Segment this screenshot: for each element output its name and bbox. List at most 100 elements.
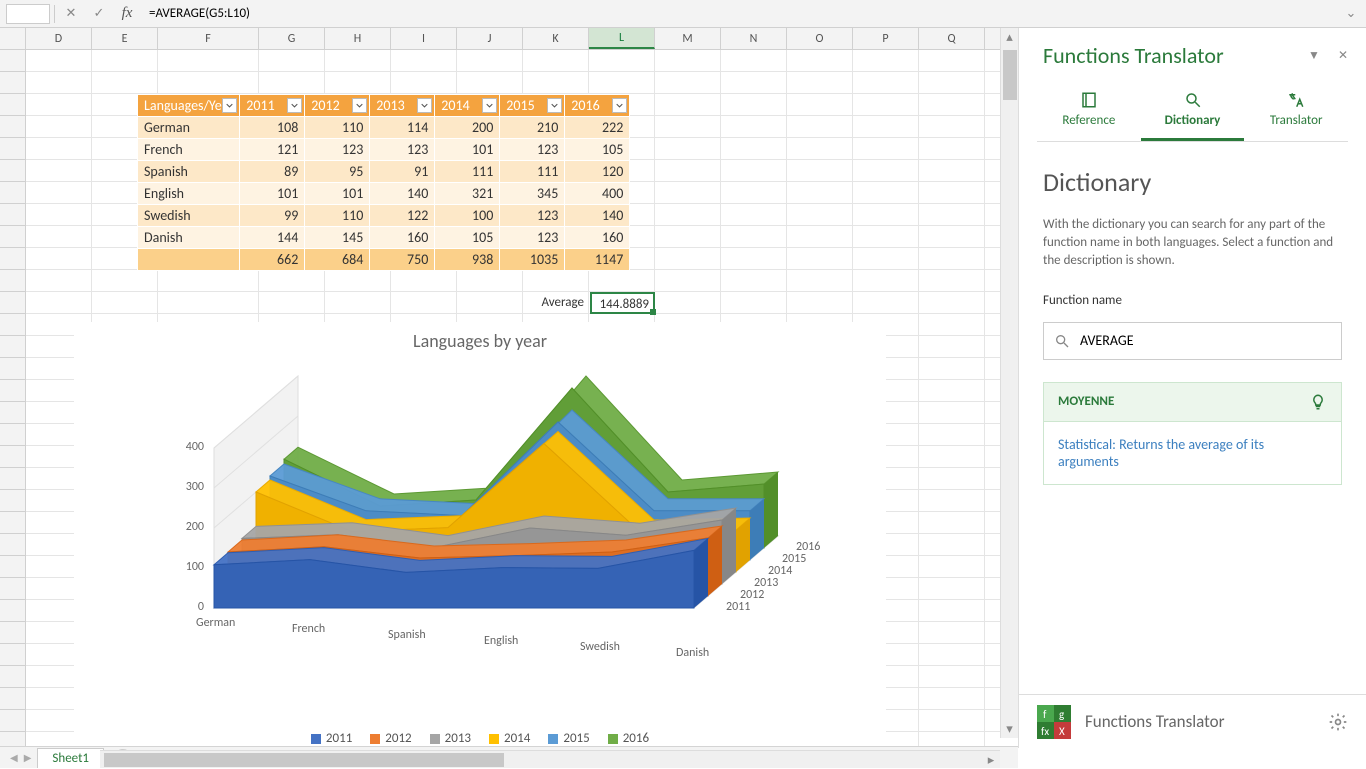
chart-xtick: French — [292, 622, 325, 636]
tab-dictionary[interactable]: Dictionary — [1141, 85, 1245, 141]
filter-dropdown-icon[interactable] — [417, 98, 432, 113]
column-header[interactable]: H — [325, 28, 391, 49]
table-header[interactable]: 2011 — [240, 95, 305, 117]
column-header[interactable]: Q — [919, 28, 985, 49]
filter-dropdown-icon[interactable] — [352, 98, 367, 113]
row-header[interactable] — [0, 160, 25, 182]
scroll-down-icon[interactable]: ▾ — [1001, 720, 1018, 738]
row-header[interactable] — [0, 336, 25, 358]
row-header[interactable] — [0, 402, 25, 424]
row-header[interactable] — [0, 512, 25, 534]
filter-dropdown-icon[interactable] — [482, 98, 497, 113]
legend-item: 2013 — [430, 731, 471, 746]
row-header[interactable] — [0, 182, 25, 204]
column-header[interactable]: I — [391, 28, 457, 49]
panel-footer-title: Functions Translator — [1085, 711, 1225, 732]
column-header[interactable]: L — [589, 28, 655, 49]
row-header[interactable] — [0, 94, 25, 116]
row-header[interactable] — [0, 710, 25, 732]
row-header[interactable] — [0, 490, 25, 512]
svg-text:X: X — [1059, 725, 1065, 738]
row-header[interactable] — [0, 534, 25, 556]
tab-reference[interactable]: Reference — [1037, 85, 1141, 141]
chart-series-label: 2016 — [796, 540, 820, 554]
row-header[interactable] — [0, 292, 25, 314]
row-header[interactable] — [0, 248, 25, 270]
selected-cell[interactable]: 144.8889 — [590, 292, 655, 314]
lightbulb-icon — [1309, 393, 1327, 411]
name-box[interactable] — [6, 4, 50, 24]
function-search-input[interactable] — [1080, 332, 1331, 349]
chart[interactable]: Languages by year 2011201220132014201520… — [74, 322, 886, 752]
column-header[interactable]: E — [92, 28, 158, 49]
panel-menu-icon[interactable]: ▼ — [1308, 48, 1320, 63]
table-header[interactable]: 2014 — [435, 95, 500, 117]
function-search-box[interactable] — [1043, 322, 1342, 360]
table-header[interactable]: 2015 — [500, 95, 565, 117]
column-header[interactable]: J — [457, 28, 523, 49]
row-header[interactable] — [0, 644, 25, 666]
column-header[interactable]: P — [853, 28, 919, 49]
confirm-icon[interactable]: ✓ — [87, 6, 111, 21]
table-header[interactable]: 2013 — [370, 95, 435, 117]
expand-formula-icon[interactable]: ⌄ — [1342, 6, 1360, 21]
panel-close-icon[interactable]: ✕ — [1338, 48, 1348, 63]
scroll-right-icon[interactable]: ▸ — [982, 751, 1000, 769]
legend-item: 2011 — [311, 731, 352, 746]
chart-xtick: English — [484, 634, 518, 648]
row-header[interactable] — [0, 358, 25, 380]
table-row: Spanish899591111111120 — [138, 161, 630, 183]
column-header[interactable]: N — [721, 28, 787, 49]
tab-nav-next-icon[interactable]: ▶ — [24, 751, 32, 764]
vertical-scrollbar[interactable]: ▴ ▾ — [1000, 28, 1018, 738]
row-header[interactable] — [0, 380, 25, 402]
row-header[interactable] — [0, 116, 25, 138]
tab-nav-prev-icon[interactable]: ◀ — [10, 751, 18, 764]
table-header[interactable]: 2012 — [305, 95, 370, 117]
chart-series-label: 2014 — [768, 564, 792, 578]
column-header[interactable]: D — [26, 28, 92, 49]
hscroll-thumb[interactable] — [104, 753, 504, 767]
row-header[interactable] — [0, 314, 25, 336]
fx-icon[interactable]: fx — [115, 5, 139, 22]
row-header[interactable] — [0, 556, 25, 578]
column-header[interactable]: F — [158, 28, 259, 49]
row-header[interactable] — [0, 270, 25, 292]
cancel-icon[interactable]: ✕ — [59, 6, 83, 21]
row-header[interactable] — [0, 226, 25, 248]
column-header[interactable]: K — [523, 28, 589, 49]
tab-translator[interactable]: Translator — [1244, 85, 1348, 141]
select-all-corner[interactable] — [0, 28, 26, 49]
gear-icon[interactable] — [1328, 712, 1348, 732]
filter-dropdown-icon[interactable] — [612, 98, 627, 113]
column-header[interactable]: M — [655, 28, 721, 49]
row-header[interactable] — [0, 622, 25, 644]
filter-dropdown-icon[interactable] — [222, 98, 237, 113]
filter-dropdown-icon[interactable] — [287, 98, 302, 113]
row-header[interactable] — [0, 600, 25, 622]
table-header[interactable]: 2016 — [565, 95, 630, 117]
formula-input[interactable] — [143, 4, 1338, 24]
horizontal-scrollbar[interactable]: ◂ ▸ — [100, 750, 1000, 768]
row-header[interactable] — [0, 468, 25, 490]
scroll-up-icon[interactable]: ▴ — [1001, 28, 1018, 46]
filter-dropdown-icon[interactable] — [547, 98, 562, 113]
table-row: Swedish99110122100123140 — [138, 205, 630, 227]
row-header[interactable] — [0, 50, 25, 72]
row-header[interactable] — [0, 72, 25, 94]
table-header[interactable]: Languages/Year — [138, 95, 240, 117]
row-header[interactable] — [0, 578, 25, 600]
row-header[interactable] — [0, 204, 25, 226]
row-header[interactable] — [0, 688, 25, 710]
row-header[interactable] — [0, 138, 25, 160]
translation-result[interactable]: MOYENNE Statistical: Returns the average… — [1043, 382, 1342, 485]
row-header[interactable] — [0, 666, 25, 688]
row-header[interactable] — [0, 424, 25, 446]
column-header[interactable]: O — [787, 28, 853, 49]
legend-item: 2016 — [608, 731, 649, 746]
row-header[interactable] — [0, 446, 25, 468]
column-header[interactable]: G — [259, 28, 325, 49]
chart-series-label: 2012 — [740, 588, 764, 602]
scrollbar-thumb[interactable] — [1003, 50, 1017, 100]
sheet-tab-active[interactable]: Sheet1 — [37, 748, 104, 768]
